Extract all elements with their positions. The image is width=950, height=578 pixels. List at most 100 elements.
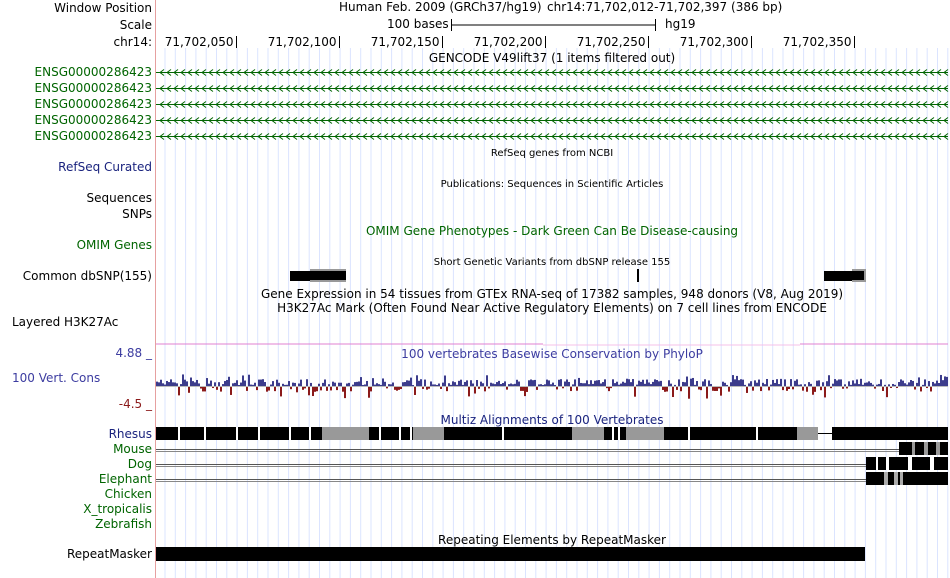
rhesus-alignment-block[interactable] (444, 427, 572, 440)
gencode-gene-label[interactable]: ENSG00000286423 (35, 81, 152, 96)
refseq-label[interactable]: RefSeq Curated (58, 160, 152, 175)
conservation-neg-bar (680, 387, 682, 392)
conservation-pos-bar (946, 376, 948, 386)
rhesus-alignment-block[interactable] (797, 427, 818, 440)
conservation-pos-bar (538, 384, 540, 386)
multiz-alignments[interactable] (156, 427, 948, 485)
omim-label[interactable]: OMIM Genes (77, 238, 152, 253)
conservation-pos-bar (374, 384, 376, 386)
gencode-gene-label[interactable]: ENSG00000286423 (35, 65, 152, 80)
conservation-neg-bar (216, 387, 218, 390)
conservation-pos-bar (844, 384, 846, 386)
conservation-neg-bar (688, 387, 690, 399)
conservation-neg-bar (882, 387, 884, 391)
rhesus-alignment-block[interactable] (626, 427, 664, 440)
conservation-title[interactable]: 100 vertebrates Basewise Conservation by… (401, 347, 703, 361)
conservation-pos-bar (348, 382, 350, 386)
omim-title[interactable]: OMIM Gene Phenotypes - Dark Green Can Be… (366, 224, 738, 238)
conservation-neg-bar (666, 387, 668, 392)
rhesus-alignment-block[interactable] (322, 427, 369, 440)
rhesus-alignment-block[interactable] (604, 427, 626, 440)
conservation-pos-bar (624, 382, 626, 386)
conservation-pos-bar (860, 378, 862, 386)
sequences-label[interactable]: Sequences (87, 191, 152, 206)
mouse-gap (912, 442, 915, 455)
species-label[interactable]: Elephant (99, 472, 152, 487)
repeatmasker-label[interactable]: RepeatMasker (67, 547, 152, 562)
conservation-pos-bar (904, 383, 906, 386)
rhesus-alignment-block[interactable] (369, 427, 413, 440)
conservation-pos-bar (388, 384, 390, 386)
conservation-pos-bar (362, 384, 364, 386)
dbsnp-variant-block-1c[interactable] (310, 271, 346, 280)
dbsnp-title[interactable]: Short Genetic Variants from dbSNP releas… (434, 256, 671, 270)
conservation-pos-bar (418, 380, 420, 386)
conservation-pos-bar (906, 384, 908, 386)
species-label[interactable]: Zebrafish (95, 517, 152, 532)
conservation-pos-bar (460, 379, 462, 386)
dbsnp-variant-snv[interactable] (637, 269, 639, 282)
dbsnp-variant-block-2c[interactable] (852, 271, 864, 280)
species-label[interactable]: Dog (128, 457, 152, 472)
conservation-pos-bar (260, 379, 262, 386)
snps-label[interactable]: SNPs (122, 207, 152, 222)
conservation-neg-bar (802, 387, 804, 391)
conservation-neg-bar (920, 387, 922, 392)
conservation-pos-bar (568, 381, 570, 386)
rhesus-alignment-block[interactable] (572, 427, 604, 440)
conservation-pos-bar (382, 378, 384, 386)
rhesus-alignment-block[interactable] (832, 427, 948, 440)
conservation-pos-bar (430, 381, 432, 386)
rhesus-alignment-block[interactable] (674, 427, 797, 440)
mouse-alignment-block[interactable] (899, 442, 948, 455)
conservation-neg-bar (488, 387, 490, 389)
gencode-gene-lines[interactable] (156, 69, 949, 140)
refseq-title[interactable]: RefSeq genes from NCBI (491, 147, 613, 161)
dbsnp-variant-block-2[interactable] (824, 271, 852, 281)
repeatmasker-title[interactable]: Repeating Elements by RepeatMasker (438, 533, 666, 547)
genome-browser-image[interactable]: Window Position Scale chr14: Human Feb. … (0, 0, 950, 578)
species-label[interactable]: Mouse (113, 442, 152, 457)
gencode-gene-label[interactable]: ENSG00000286423 (35, 129, 152, 144)
conservation-pos-bar (652, 381, 654, 386)
conservation-neg-bar (562, 387, 564, 389)
conservation-pos-bar (796, 379, 798, 386)
gencode-gene-label[interactable]: ENSG00000286423 (35, 97, 152, 112)
conservation-pos-bar (572, 384, 574, 386)
conservation-pos-bar (160, 379, 162, 386)
conservation-pos-bar (166, 380, 168, 386)
publications-title[interactable]: Publications: Sequences in Scientific Ar… (441, 178, 664, 192)
gencode-gene-label[interactable]: ENSG00000286423 (35, 113, 152, 128)
conservation-pos-bar (420, 379, 422, 386)
rhesus-alignment-block[interactable] (413, 427, 444, 440)
multiz-title[interactable]: Multiz Alignments of 100 Vertebrates (440, 413, 663, 427)
h3k27ac-label[interactable]: Layered H3K27Ac (12, 315, 118, 330)
elephant-alignment-block[interactable] (866, 472, 948, 485)
conservation-neg-bar (396, 387, 398, 391)
conservation-pos-bar (670, 383, 672, 386)
conservation-pos-bar (668, 380, 670, 386)
species-label[interactable]: Rhesus (109, 427, 152, 442)
conservation-label[interactable]: 100 Vert. Cons (12, 371, 100, 386)
h3k27ac-title[interactable]: H3K27Ac Mark (Often Found Near Active Re… (277, 301, 827, 315)
species-label[interactable]: Chicken (105, 487, 152, 502)
rhesus-alignment-block[interactable] (156, 427, 322, 440)
gtex-title[interactable]: Gene Expression in 54 tissues from GTEx … (261, 287, 843, 301)
dog-gap (886, 457, 889, 470)
conservation-neg-bar (308, 387, 310, 396)
dbsnp-label[interactable]: Common dbSNP(155) (23, 269, 152, 284)
conservation-pos-bar (194, 382, 196, 386)
repeatmasker-element[interactable] (156, 547, 865, 561)
ruler-label: 71,702,100 (267, 35, 337, 49)
rhesus-gap (688, 427, 690, 440)
conservation-pos-bar (402, 382, 404, 386)
dog-alignment-block[interactable] (866, 457, 948, 470)
dbsnp-variant-block-1[interactable] (290, 271, 310, 281)
conservation-pos-bar (456, 384, 458, 386)
gencode-track-title[interactable]: GENCODE V49lift37 (1 items filtered out) (429, 51, 675, 65)
species-label[interactable]: X_tropicalis (83, 502, 152, 517)
conservation-pos-bar (534, 379, 536, 386)
rhesus-alignment-block[interactable] (664, 427, 674, 440)
conservation-neg-bar (700, 387, 702, 391)
mouse-gap (936, 442, 940, 455)
